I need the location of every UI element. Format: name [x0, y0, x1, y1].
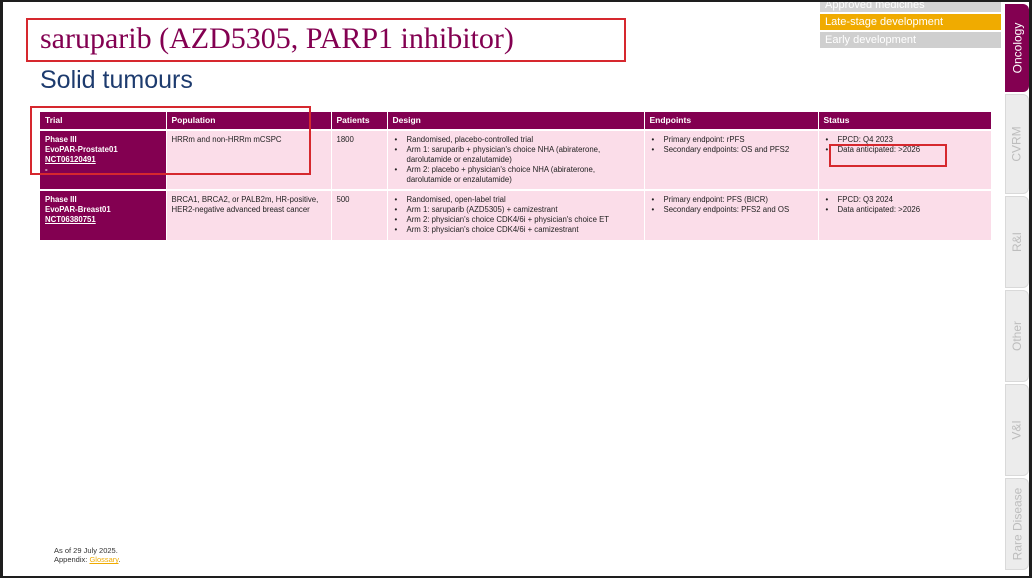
design-cell: Randomised, placebo-controlled trial Arm…	[386, 129, 644, 190]
page-title: saruparib (AZD5305, PARP1 inhibitor)	[40, 22, 514, 55]
status-item: Data anticipated: >2026	[824, 145, 987, 155]
endpoint-item: Secondary endpoints: OS and PFS2	[650, 145, 813, 155]
tab-rare-disease[interactable]: Rare Disease	[1005, 478, 1029, 570]
pipeline-legend: Approved medicines Late-stage developmen…	[820, 0, 1001, 50]
table-row: Phase III EvoPAR-Breast01 NCT06380751 BR…	[40, 188, 991, 240]
endpoint-item: Secondary endpoints: PFS2 and OS	[650, 205, 813, 215]
status-item: Data anticipated: >2026	[824, 205, 987, 215]
population-cell: HRRm and non-HRRm mCSPC	[165, 129, 331, 190]
design-item: Randomised, open-label trial	[393, 195, 639, 205]
patients-cell: 500	[330, 188, 387, 240]
tab-oncology[interactable]: Oncology	[1005, 4, 1029, 92]
status-cell: FPCD: Q3 2024 Data anticipated: >2026	[817, 188, 991, 240]
design-cell: Randomised, open-label trial Arm 1: saru…	[386, 188, 644, 240]
column-header-endpoints: Endpoints	[643, 112, 818, 130]
endpoints-cell: Primary endpoint: PFS (BICR) Secondary e…	[643, 188, 818, 240]
glossary-link[interactable]: Glossary	[89, 555, 118, 564]
trials-table: Trial Population Patients Design Endpoin…	[40, 112, 991, 240]
design-item: Arm 3: physician's choice CDK4/6i + cami…	[393, 225, 639, 235]
tab-other[interactable]: Other	[1005, 290, 1029, 382]
patients-cell: 1800	[330, 129, 387, 190]
footer-appendix: Appendix: Glossary.	[54, 555, 121, 565]
trial-phase: Phase III	[45, 194, 77, 204]
population-cell: BRCA1, BRCA2, or PALB2m, HR-positive, HE…	[165, 188, 331, 240]
tab-vi[interactable]: V&I	[1005, 384, 1029, 476]
tab-ri[interactable]: R&I	[1005, 196, 1029, 288]
design-item: Randomised, placebo-controlled trial	[393, 135, 639, 145]
design-item: Arm 1: saruparib + physician's choice NH…	[393, 145, 639, 165]
trial-extra: -	[45, 164, 48, 174]
design-item: Arm 1: saruparib (AZD5305) + camizestran…	[393, 205, 639, 215]
legend-approved-medicines: Approved medicines	[820, 0, 1001, 12]
design-item: Arm 2: physician's choice CDK4/6i + phys…	[393, 215, 639, 225]
table-header-row: Trial Population Patients Design Endpoin…	[40, 112, 991, 130]
endpoints-cell: Primary endpoint: rPFS Secondary endpoin…	[643, 129, 818, 190]
column-header-design: Design	[386, 112, 644, 130]
status-item: FPCD: Q4 2023	[824, 135, 987, 145]
footer-notes: As of 29 July 2025. Appendix: Glossary.	[54, 546, 121, 565]
tab-cvrm[interactable]: CVRM	[1005, 94, 1029, 194]
column-header-population: Population	[165, 112, 331, 130]
footer-date: As of 29 July 2025.	[54, 546, 118, 555]
status-cell: FPCD: Q4 2023 Data anticipated: >2026	[817, 129, 991, 190]
trial-nct-link[interactable]: NCT06380751	[45, 215, 161, 225]
design-item: Arm 2: placebo + physician's choice NHA …	[393, 165, 639, 185]
trial-nct-link[interactable]: NCT06120491	[45, 155, 161, 165]
endpoint-item: Primary endpoint: PFS (BICR)	[650, 195, 813, 205]
endpoint-item: Primary endpoint: rPFS	[650, 135, 813, 145]
trial-name: EvoPAR-Breast01	[45, 204, 111, 214]
trial-phase: Phase III	[45, 135, 77, 144]
column-header-trial: Trial	[40, 112, 166, 130]
trial-cell: Phase III EvoPAR-Prostate01 NCT06120491 …	[40, 129, 166, 190]
legend-late-stage-development: Late-stage development	[820, 14, 1001, 30]
legend-early-development: Early development	[820, 32, 1001, 48]
trial-name: EvoPAR-Prostate01	[45, 144, 118, 154]
page-subtitle: Solid tumours	[40, 66, 193, 94]
trial-cell: Phase III EvoPAR-Breast01 NCT06380751	[40, 188, 166, 240]
column-header-status: Status	[817, 112, 991, 130]
table-row: Phase III EvoPAR-Prostate01 NCT06120491 …	[40, 129, 991, 190]
status-item: FPCD: Q3 2024	[824, 195, 987, 205]
column-header-patients: Patients	[330, 112, 387, 130]
